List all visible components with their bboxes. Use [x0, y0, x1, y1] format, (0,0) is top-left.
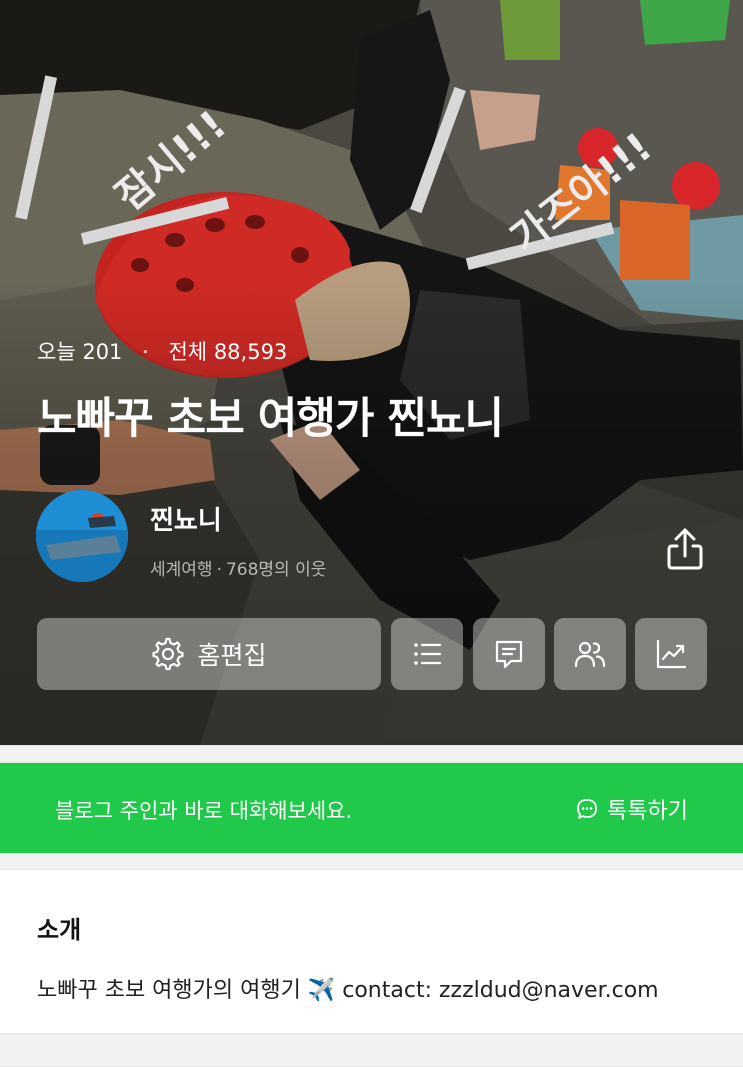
chat-bubble-icon — [577, 799, 597, 819]
talk-button-label: 톡톡하기 — [607, 799, 688, 824]
guestbook-button[interactable] — [473, 618, 545, 690]
share-icon — [667, 528, 703, 570]
total-label: 전체 — [168, 340, 208, 364]
owner-name[interactable]: 찐뇨니 — [150, 500, 222, 537]
edit-home-button[interactable]: 홈편집 — [37, 618, 381, 690]
stats-button[interactable] — [635, 618, 707, 690]
today-count: 201 — [82, 340, 123, 364]
visitor-stats: 오늘 201 · 전체 88,593 — [37, 336, 287, 366]
stats-separator: · — [142, 340, 149, 364]
avatar[interactable] — [36, 490, 128, 582]
today-label: 오늘 — [37, 340, 76, 364]
owner-meta: 세계여행 · 768명의 이웃 — [150, 555, 326, 580]
edit-home-label: 홈편집 — [197, 641, 267, 670]
stats-chart-icon — [656, 639, 687, 669]
comment-icon — [495, 640, 523, 669]
section-divider — [0, 853, 743, 870]
meta-separator: · — [216, 560, 222, 580]
list-icon — [414, 643, 442, 665]
intro-section: 소개 노빠꾸 초보 여행가의 여행기 ✈️ contact: zzzldud@n… — [0, 870, 743, 1033]
neighbor-count[interactable]: 768명의 이웃 — [226, 560, 326, 580]
talktalk-banner[interactable]: 블로그 주인과 바로 대화해보세요. 톡톡하기 — [0, 763, 743, 853]
blog-title: 노빠꾸 초보 여행가 찐뇨니 — [37, 394, 504, 444]
section-divider — [0, 1033, 743, 1067]
post-list-button[interactable] — [391, 618, 463, 690]
intro-heading: 소개 — [37, 916, 82, 944]
total-count: 88,593 — [213, 340, 288, 364]
blog-cover: 잠시!!! 가즈아!!! 오늘 201 · 전체 88,593 노빠꾸 초보 여… — [0, 0, 743, 745]
talk-message: 블로그 주인과 바로 대화해보세요. — [55, 799, 353, 823]
talk-button[interactable]: 톡톡하기 — [575, 793, 688, 825]
gear-icon — [152, 637, 185, 671]
people-icon — [574, 641, 606, 668]
blog-category: 세계여행 — [150, 560, 213, 580]
neighbors-button[interactable] — [554, 618, 626, 690]
share-button[interactable] — [662, 524, 708, 574]
intro-text: 노빠꾸 초보 여행가의 여행기 ✈️ contact: zzzldud@nave… — [37, 978, 659, 1003]
section-divider — [0, 745, 743, 763]
